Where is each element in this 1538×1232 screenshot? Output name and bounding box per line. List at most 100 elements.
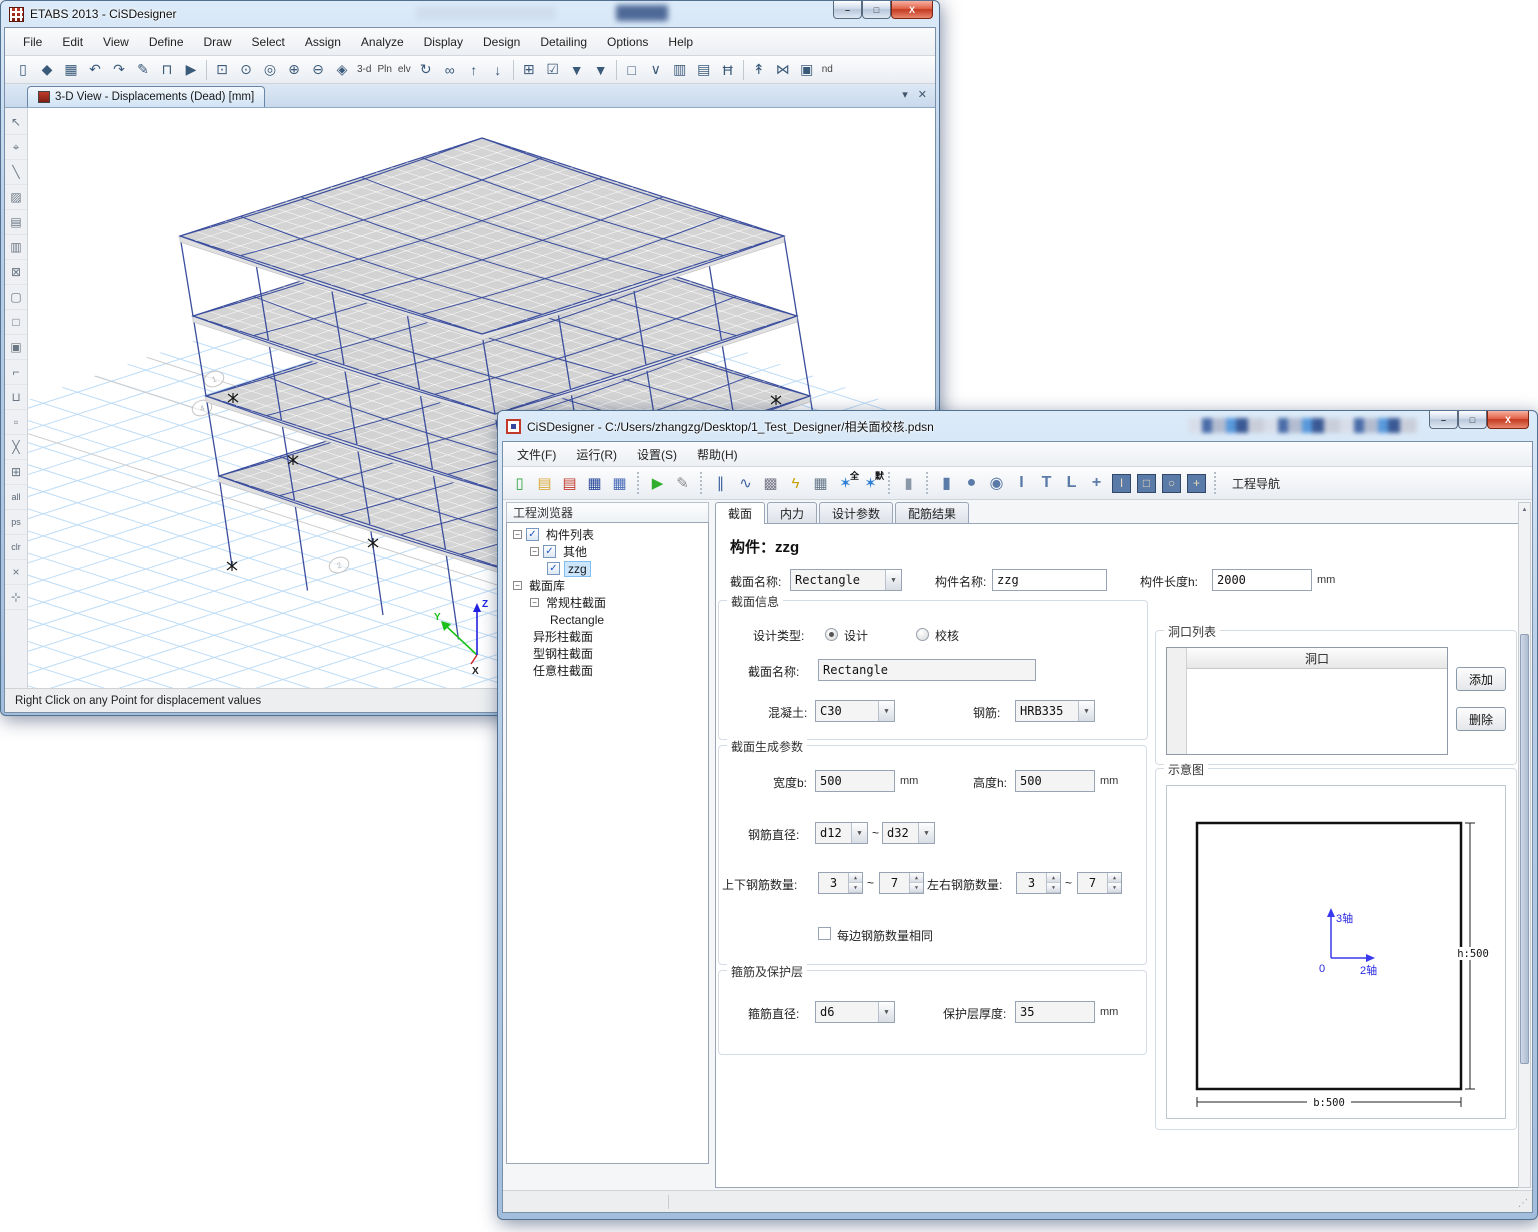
joint-assigns-dropdown-icon[interactable]: ▼ xyxy=(565,59,589,81)
tree-item-other[interactable]: −✓其他 xyxy=(507,543,708,560)
draw-braces-icon[interactable]: ▤ xyxy=(5,210,27,235)
perspective-toggle-icon[interactable]: ∞ xyxy=(438,59,462,81)
draw-opening-icon[interactable]: ⊔ xyxy=(5,385,27,410)
etabs-menu-options[interactable]: Options xyxy=(597,31,658,53)
rubber-band-zoom-icon[interactable]: ⊡ xyxy=(210,59,234,81)
object-shrink-toggle-icon[interactable]: ⊞ xyxy=(517,59,541,81)
member-name-input[interactable]: zzg xyxy=(992,569,1107,591)
draw-rect-area-icon[interactable]: □ xyxy=(5,310,27,335)
open-model-icon[interactable]: ◆ xyxy=(35,59,59,81)
resize-grip[interactable]: ⋰ xyxy=(1518,1198,1528,1209)
cis-titlebar[interactable]: CiSDesigner - C:/Users/zhangzg/Desktop/1… xyxy=(498,411,1537,441)
divide-icon[interactable]: ╳ xyxy=(5,435,27,460)
draw-wall-icon[interactable]: ⊠ xyxy=(5,260,27,285)
tab-dropdown-icon[interactable]: ▾ xyxy=(902,88,908,101)
tab-rebar-results[interactable]: 配筋结果 xyxy=(895,502,969,523)
check-radio[interactable] xyxy=(916,628,929,641)
view-3d-icon[interactable]: 3-d xyxy=(354,59,374,81)
move-down-in-list-icon[interactable]: ↓ xyxy=(486,59,510,81)
concrete-combo[interactable]: C30▼ xyxy=(815,700,895,722)
edit-pen-icon[interactable]: ✎ xyxy=(131,59,155,81)
shape-polygon-icon[interactable]: ◉ xyxy=(984,471,1009,496)
run-icon[interactable]: ▶ xyxy=(645,471,670,496)
similar-stories-icon[interactable]: ▥ xyxy=(668,59,692,81)
close-button[interactable]: X xyxy=(891,1,933,19)
shape-T-icon[interactable]: T xyxy=(1034,471,1059,496)
frame-assigns-dropdown-icon[interactable]: ▼ xyxy=(589,59,613,81)
save-as-icon[interactable]: ▦ xyxy=(607,471,632,496)
rebar-icon[interactable]: ∥ xyxy=(708,471,733,496)
clear-selection-icon[interactable]: clr xyxy=(5,535,27,560)
shape-L-icon[interactable]: L xyxy=(1059,471,1084,496)
column-member-icon[interactable]: ▮ xyxy=(896,471,921,496)
rebar-dia-from-combo[interactable]: d12▼ xyxy=(815,822,868,844)
same-count-checkbox[interactable] xyxy=(818,927,831,940)
tree-expander-icon[interactable]: − xyxy=(530,598,539,607)
select-all-icon[interactable]: all xyxy=(5,485,27,510)
elevation-view-icon[interactable]: elv xyxy=(395,59,414,81)
zoom-out-icon[interactable]: ⊖ xyxy=(306,59,330,81)
check-model-icon[interactable]: ☑ xyxy=(541,59,565,81)
run-analysis-icon[interactable]: ▶ xyxy=(179,59,203,81)
save-model-icon[interactable]: ▦ xyxy=(59,59,83,81)
tree-checkbox[interactable]: ✓ xyxy=(526,528,539,541)
close-file-icon[interactable]: ▤ xyxy=(557,471,582,496)
table-icon[interactable]: ▦ xyxy=(808,471,833,496)
new-model-icon[interactable]: ▯ xyxy=(11,59,35,81)
redo-icon[interactable]: ↷ xyxy=(107,59,131,81)
move-up-in-list-icon[interactable]: ↑ xyxy=(462,59,486,81)
tree-checkbox[interactable]: ✓ xyxy=(547,562,560,575)
rebar-dia-to-combo[interactable]: d32▼ xyxy=(882,822,935,844)
open-file-icon[interactable]: ▤ xyxy=(532,471,557,496)
draw-area-icon[interactable]: ▢ xyxy=(5,285,27,310)
shape-cross-icon[interactable]: + xyxy=(1084,471,1109,496)
draw-door-icon[interactable]: ▫ xyxy=(5,410,27,435)
zoom-in-icon[interactable]: ⊕ xyxy=(282,59,306,81)
etabs-titlebar[interactable]: ETABS 2013 - CiSDesigner – □ X xyxy=(1,1,939,27)
tree-item-arbitrary-column-sections[interactable]: 任意柱截面 xyxy=(507,662,708,679)
etabs-menu-select[interactable]: Select xyxy=(242,31,295,53)
gear-all-icon[interactable]: ✶全 xyxy=(833,471,858,496)
save-icon[interactable]: ▦ xyxy=(582,471,607,496)
etabs-menu-design[interactable]: Design xyxy=(473,31,530,53)
nd-label[interactable]: nd xyxy=(819,59,836,81)
tb-count-to-spinner[interactable]: 7▲▼ xyxy=(879,872,924,894)
image-capture-icon[interactable]: ▣ xyxy=(795,59,819,81)
tab-internal-forces[interactable]: 内力 xyxy=(767,502,817,523)
cis-menu-file[interactable]: 文件(F) xyxy=(507,442,566,467)
shape-box-rect-icon[interactable]: □ xyxy=(1134,471,1159,496)
tab-design-params[interactable]: 设计参数 xyxy=(819,502,893,523)
width-input[interactable]: 500 xyxy=(815,770,895,792)
tree-item-steel-column-sections[interactable]: 型钢柱截面 xyxy=(507,645,708,662)
shape-rect-icon[interactable]: ▮ xyxy=(934,471,959,496)
intersecting-line-select-icon[interactable]: × xyxy=(5,560,27,585)
openings-table[interactable]: 洞口 xyxy=(1166,647,1448,755)
one-story-icon[interactable]: ▤ xyxy=(692,59,716,81)
section-name2-input[interactable]: Rectangle xyxy=(818,659,1036,681)
minimize-button[interactable]: – xyxy=(833,1,862,19)
etabs-menu-help[interactable]: Help xyxy=(658,31,703,53)
undo-icon[interactable]: ↶ xyxy=(83,59,107,81)
tab-section[interactable]: 截面 xyxy=(715,502,765,524)
lr-count-to-spinner[interactable]: 7▲▼ xyxy=(1077,872,1122,894)
shape-box-cross-icon[interactable]: + xyxy=(1184,471,1209,496)
draw-wall-stack-icon[interactable]: ⌐ xyxy=(5,360,27,385)
gear-default-icon[interactable]: ✶默 xyxy=(858,471,883,496)
curve-icon[interactable]: ∿ xyxy=(733,471,758,496)
lock-model-icon[interactable]: ⊓ xyxy=(155,59,179,81)
lightning-icon[interactable]: ϟ xyxy=(783,471,808,496)
tree-expander-icon[interactable]: − xyxy=(530,547,539,556)
delete-opening-button[interactable]: 删除 xyxy=(1456,707,1506,731)
section-name-combo[interactable]: Rectangle▼ xyxy=(790,569,902,591)
cover-input[interactable]: 35 xyxy=(1015,1001,1095,1023)
tree-item-section-library[interactable]: −截面库 xyxy=(507,577,708,594)
minimize-button[interactable]: – xyxy=(1429,411,1458,429)
project-nav-button[interactable]: 工程导航 xyxy=(1222,472,1290,495)
etabs-menu-edit[interactable]: Edit xyxy=(52,31,93,53)
stirrup-dia-combo[interactable]: d6▼ xyxy=(815,1001,895,1023)
draw-frame-object-icon[interactable]: ▨ xyxy=(5,185,27,210)
column-section-icon[interactable]: Ħ xyxy=(716,59,740,81)
tree-item-member-list[interactable]: −✓构件列表 xyxy=(507,526,708,543)
height-input[interactable]: 500 xyxy=(1015,770,1095,792)
member-length-input[interactable]: 2000 xyxy=(1212,569,1312,591)
